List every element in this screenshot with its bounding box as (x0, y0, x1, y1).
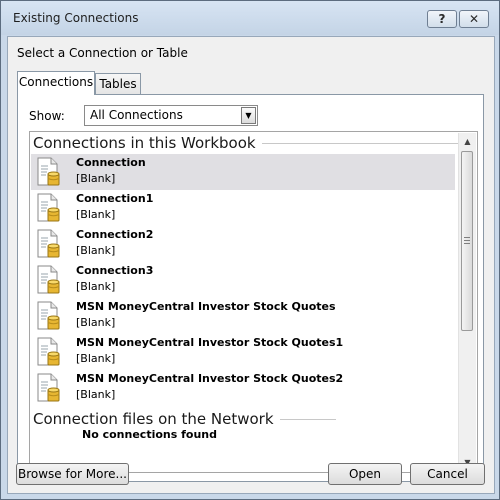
connection-name: Connection1 (76, 192, 154, 205)
prompt-label: Select a Connection or Table (17, 46, 188, 60)
connection-description: [Blank] (76, 388, 116, 401)
section-heading-text: Connections in this Workbook (33, 134, 256, 152)
open-label: Open (348, 467, 382, 481)
title-bar[interactable]: Existing Connections ? ✕ (1, 1, 499, 35)
section-heading-network: Connection files on the Network (33, 410, 336, 428)
connection-description: [Blank] (76, 316, 116, 329)
no-connections-text: No connections found (82, 428, 217, 441)
connection-item[interactable]: Connection3 [Blank] (31, 262, 455, 298)
browse-label: Browse for More... (17, 467, 127, 481)
browse-for-more-button[interactable]: Browse for More... (16, 463, 129, 485)
connection-item[interactable]: MSN MoneyCentral Investor Stock Quotes [B… (31, 298, 455, 334)
database-document-icon (37, 301, 60, 330)
show-select[interactable]: All Connections ▼ (84, 105, 258, 126)
section-divider (261, 143, 462, 144)
connections-list[interactable]: Connections in this Workbook Connection [… (29, 131, 478, 473)
cancel-button[interactable]: Cancel (410, 463, 485, 485)
tab-connections[interactable]: Connections (17, 71, 95, 95)
connection-item[interactable]: Connection1 [Blank] (31, 190, 455, 226)
tab-tables[interactable]: Tables (95, 73, 141, 95)
close-button[interactable]: ✕ (459, 10, 489, 28)
existing-connections-dialog: Existing Connections ? ✕ Select a Connec… (0, 0, 500, 500)
connection-description: [Blank] (76, 208, 116, 221)
grip-line (464, 243, 470, 244)
section-heading-workbook: Connections in this Workbook (33, 134, 462, 152)
connection-item[interactable]: MSN MoneyCentral Investor Stock Quotes1 [… (31, 334, 455, 370)
open-button[interactable]: Open (328, 463, 402, 485)
connection-name: MSN MoneyCentral Investor Stock Quotes2 (76, 372, 344, 385)
connection-name: MSN MoneyCentral Investor Stock Quotes1 (76, 336, 344, 349)
section-divider (279, 419, 336, 420)
help-button[interactable]: ? (427, 10, 457, 28)
connection-name: MSN MoneyCentral Investor Stock Quotes (76, 300, 336, 313)
grip-line (464, 237, 470, 238)
scroll-thumb[interactable] (461, 151, 473, 331)
connection-description: [Blank] (76, 172, 116, 185)
connection-description: [Blank] (76, 280, 116, 293)
connection-description: [Blank] (76, 244, 116, 257)
connections-panel: Show: All Connections ▼ Connections in t… (17, 94, 484, 482)
tab-connections-label: Connections (18, 75, 94, 89)
connection-description: [Blank] (76, 352, 116, 365)
connection-name: Connection3 (76, 264, 154, 277)
cancel-label: Cancel (427, 467, 468, 481)
show-label: Show: (29, 109, 65, 123)
database-document-icon (37, 157, 60, 186)
tab-tables-label: Tables (99, 77, 137, 91)
scroll-up-icon[interactable]: ▲ (459, 133, 476, 150)
show-select-value: All Connections (90, 108, 183, 122)
database-document-icon (37, 373, 60, 402)
grip-line (464, 240, 470, 241)
database-document-icon (37, 229, 60, 258)
database-document-icon (37, 265, 60, 294)
connection-item[interactable]: MSN MoneyCentral Investor Stock Quotes2 [… (31, 370, 455, 406)
connection-item[interactable]: Connection [Blank] (31, 154, 455, 190)
window-title: Existing Connections (13, 11, 139, 25)
dropdown-arrow-icon[interactable]: ▼ (241, 107, 256, 124)
database-document-icon (37, 337, 60, 366)
database-document-icon (37, 193, 60, 222)
connection-item[interactable]: Connection2 [Blank] (31, 226, 455, 262)
list-scrollbar[interactable]: ▲ ▼ (458, 133, 476, 471)
dialog-body: Select a Connection or Table Connections… (7, 36, 495, 494)
connection-name: Connection2 (76, 228, 154, 241)
section-heading-text: Connection files on the Network (33, 410, 274, 428)
connection-name: Connection (76, 156, 146, 169)
